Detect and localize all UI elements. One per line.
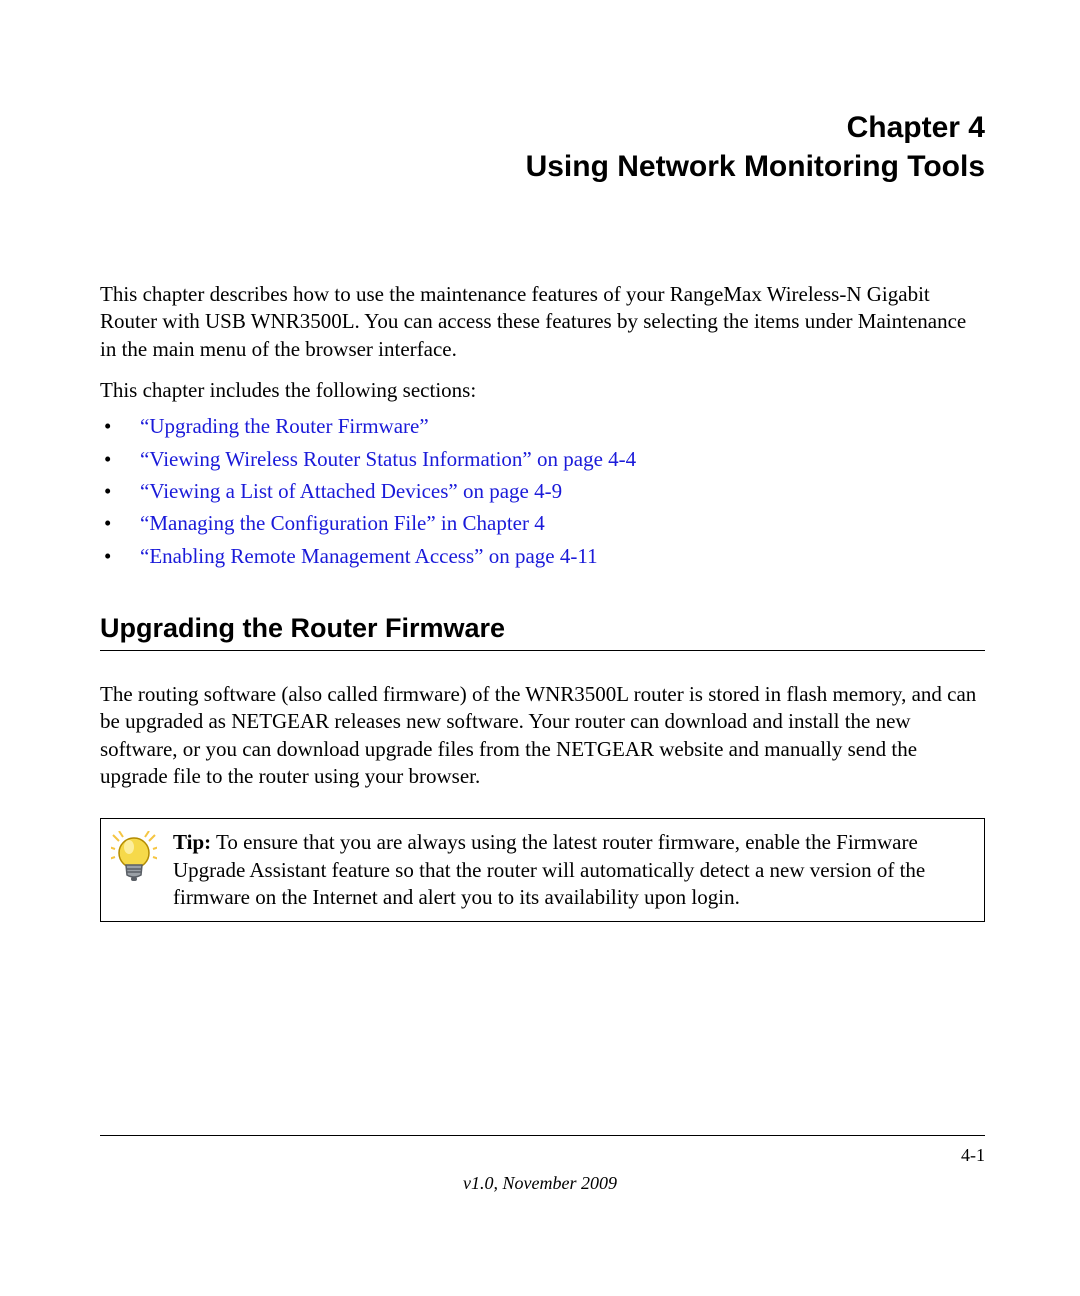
section-link[interactable]: “Managing the Configuration File” in Cha…: [140, 511, 545, 535]
list-item: “Upgrading the Router Firmware”: [100, 412, 985, 441]
tip-body: To ensure that you are always using the …: [173, 830, 925, 909]
tip-text: Tip: To ensure that you are always using…: [173, 829, 972, 911]
section-body: The routing software (also called firmwa…: [100, 681, 985, 790]
section-heading: Upgrading the Router Firmware: [100, 613, 985, 651]
chapter-title: Using Network Monitoring Tools: [100, 147, 985, 186]
list-item: “Viewing Wireless Router Status Informat…: [100, 445, 985, 474]
tip-box: Tip: To ensure that you are always using…: [100, 818, 985, 922]
list-item: “Enabling Remote Management Access” on p…: [100, 542, 985, 571]
document-page: Chapter 4 Using Network Monitoring Tools…: [0, 0, 1080, 922]
sections-intro: This chapter includes the following sect…: [100, 377, 985, 404]
chapter-heading: Chapter 4 Using Network Monitoring Tools: [100, 108, 985, 186]
section-link[interactable]: “Enabling Remote Management Access” on p…: [140, 544, 598, 568]
list-item: “Viewing a List of Attached Devices” on …: [100, 477, 985, 506]
section-link[interactable]: “Viewing a List of Attached Devices” on …: [140, 479, 562, 503]
section-link-list: “Upgrading the Router Firmware” “Viewing…: [100, 412, 985, 571]
section-link[interactable]: “Upgrading the Router Firmware”: [140, 414, 429, 438]
section-link[interactable]: “Viewing Wireless Router Status Informat…: [140, 447, 636, 471]
list-item: “Managing the Configuration File” in Cha…: [100, 509, 985, 538]
lightbulb-icon: [111, 831, 157, 887]
footer-divider: [100, 1135, 985, 1136]
page-number: 4-1: [961, 1145, 985, 1166]
chapter-number: Chapter 4: [100, 108, 985, 147]
tip-label: Tip:: [173, 830, 211, 854]
intro-paragraph: This chapter describes how to use the ma…: [100, 281, 985, 363]
footer-version: v1.0, November 2009: [0, 1173, 1080, 1194]
